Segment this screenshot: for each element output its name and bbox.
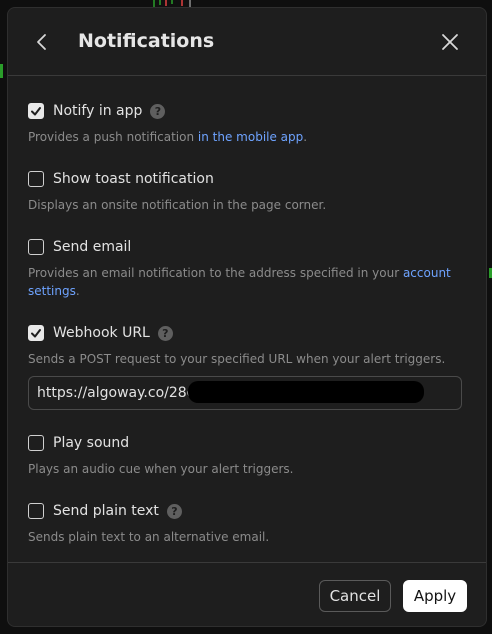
notifications-dialog: Notifications Notify in app ? Provides a… <box>7 7 487 627</box>
option-show-toast: Show toast notification Displays an onsi… <box>28 168 468 214</box>
show-toast-checkbox[interactable] <box>28 171 44 187</box>
question-mark-icon[interactable]: ? <box>150 103 166 119</box>
desc-text-end: . <box>75 284 80 298</box>
dialog-title: Notifications <box>78 30 215 52</box>
webhook-url-checkbox[interactable] <box>28 325 44 341</box>
dialog-body: Notify in app ? Provides a push notifica… <box>8 76 486 562</box>
send-email-checkbox[interactable] <box>28 239 44 255</box>
desc-text: Provides a push notification <box>28 130 198 144</box>
close-icon <box>442 34 458 50</box>
desc-text-end: . <box>303 130 308 144</box>
option-send-email: Send email Provides an email notificatio… <box>28 236 468 300</box>
show-toast-description: Displays an onsite notification in the p… <box>28 198 327 212</box>
show-toast-label: Show toast notification <box>53 171 214 187</box>
notify-in-app-description: Provides a push notification in the mobi… <box>28 128 468 146</box>
apply-button[interactable]: Apply <box>403 580 467 612</box>
question-mark-icon[interactable]: ? <box>157 325 173 341</box>
chevron-left-icon <box>37 34 46 50</box>
option-play-sound: Play sound Plays an audio cue when your … <box>28 432 468 478</box>
cancel-button[interactable]: Cancel <box>319 580 391 612</box>
play-sound-checkbox[interactable] <box>28 435 44 451</box>
webhook-url-description: Sends a POST request to your specified U… <box>28 352 446 366</box>
send-plain-text-checkbox[interactable] <box>28 503 44 519</box>
send-email-label: Send email <box>53 239 132 255</box>
option-webhook-url: Webhook URL ? Sends a POST request to yo… <box>28 322 468 368</box>
mobile-app-link[interactable]: in the mobile app <box>198 130 303 144</box>
send-email-description: Provides an email notification to the ad… <box>28 264 468 300</box>
question-mark-icon[interactable]: ? <box>166 503 182 519</box>
play-sound-label: Play sound <box>53 435 130 451</box>
close-button[interactable] <box>438 30 462 54</box>
dialog-footer: Cancel Apply <box>8 562 486 626</box>
notify-in-app-label: Notify in app <box>53 103 143 119</box>
redaction-bar <box>188 381 424 403</box>
send-plain-text-description: Sends plain text to an alternative email… <box>28 530 270 544</box>
dialog-header: Notifications <box>8 8 486 76</box>
webhook-url-label: Webhook URL <box>53 325 150 341</box>
notify-in-app-checkbox[interactable] <box>28 103 44 119</box>
play-sound-description: Plays an audio cue when your alert trigg… <box>28 462 294 476</box>
chart-candle-left <box>0 64 3 78</box>
send-plain-text-label: Send plain text <box>53 503 159 519</box>
checkmark-icon <box>31 107 41 116</box>
checkmark-icon <box>31 329 41 338</box>
option-send-plain-text: Send plain text ? Sends plain text to an… <box>28 500 468 546</box>
option-notify-in-app: Notify in app ? Provides a push notifica… <box>28 100 468 146</box>
back-button[interactable] <box>30 30 54 54</box>
desc-text: Provides an email notification to the ad… <box>28 266 403 280</box>
